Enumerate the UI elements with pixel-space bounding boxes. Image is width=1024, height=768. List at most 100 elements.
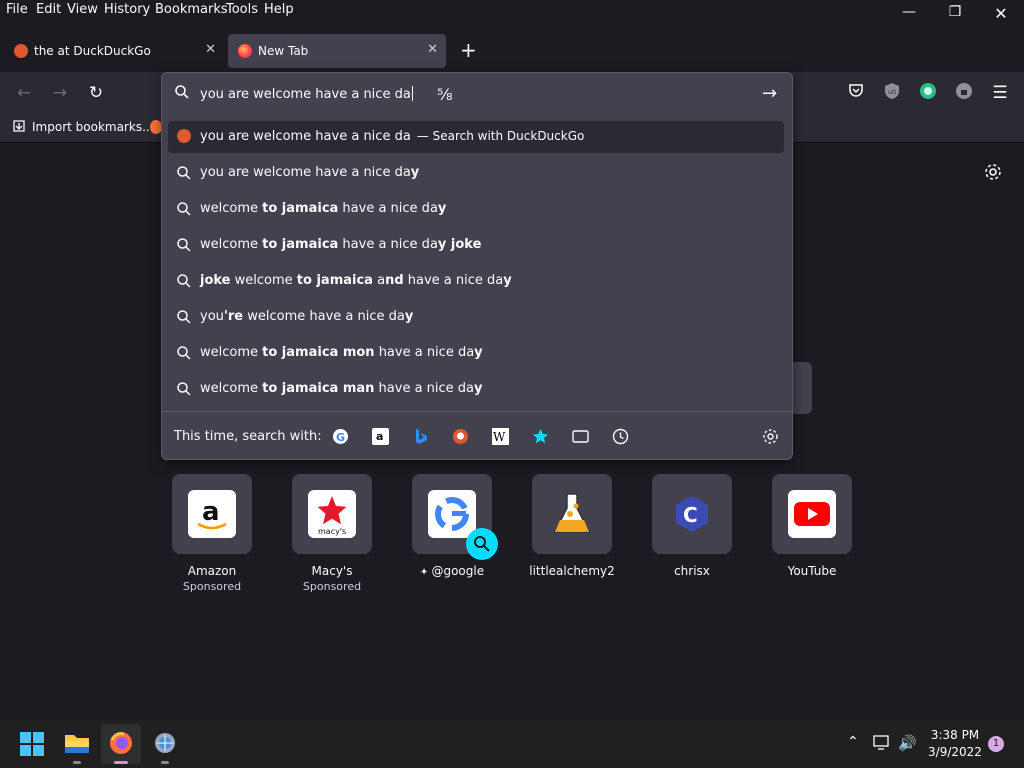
search-icon bbox=[176, 273, 192, 289]
shortcut-label: ✦ @google bbox=[419, 564, 485, 578]
ublock-icon[interactable]: uO bbox=[881, 82, 903, 104]
tab-bar: the at DuckDuckGo ✕ New Tab ✕ + bbox=[0, 30, 1024, 72]
search-with-bar: This time, search with: G a W bbox=[162, 411, 792, 460]
history-clock-icon[interactable] bbox=[612, 428, 629, 445]
suggestion-row[interactable]: welcome to jamaica man have a nice day bbox=[168, 373, 784, 405]
clock-time[interactable]: 3:38 PM bbox=[924, 728, 986, 742]
restore-icon[interactable]: ❐ bbox=[940, 4, 970, 26]
shortcut-label: chrisx bbox=[674, 564, 710, 578]
extension-icon[interactable] bbox=[917, 82, 939, 104]
shortcut-youtube[interactable] bbox=[772, 474, 852, 554]
shortcut-google[interactable] bbox=[412, 474, 498, 560]
google-engine-icon[interactable]: G bbox=[332, 428, 349, 445]
shortcut-amazon[interactable]: a bbox=[172, 474, 252, 554]
import-bookmarks-icon bbox=[12, 119, 26, 136]
windows-start-icon[interactable] bbox=[20, 732, 44, 760]
shortcut-littlealchemy2[interactable] bbox=[532, 474, 612, 554]
chrisx-c-icon: C bbox=[668, 490, 716, 538]
new-tab-button[interactable]: + bbox=[460, 38, 477, 62]
bing-engine-icon[interactable] bbox=[412, 428, 429, 445]
close-tab-icon[interactable]: ✕ bbox=[205, 42, 216, 57]
menu-tools[interactable]: Tools bbox=[226, 2, 258, 17]
close-tab-icon[interactable]: ✕ bbox=[427, 42, 438, 57]
shortcut-label: littlealchemy2 bbox=[529, 564, 615, 578]
suggestion-text: welcome to jamaica have a nice day bbox=[200, 201, 447, 216]
taskbar: ⌃ 🔊 3:38 PM 3/9/2022 1 bbox=[0, 720, 1024, 768]
import-bookmarks-link[interactable]: Import bookmarks... bbox=[32, 120, 154, 134]
network-icon[interactable] bbox=[873, 735, 891, 755]
notification-badge[interactable]: 1 bbox=[988, 736, 1004, 752]
suggestion-text: you are welcome have a nice day bbox=[200, 165, 420, 180]
newtab-settings-icon[interactable] bbox=[983, 162, 1003, 186]
firefox-taskbar-icon bbox=[109, 731, 133, 759]
search-shortcut-badge-icon bbox=[466, 528, 498, 560]
shortcut-chrisx[interactable]: C bbox=[652, 474, 732, 554]
back-icon[interactable]: ← bbox=[13, 82, 35, 104]
menu-edit[interactable]: Edit bbox=[36, 2, 61, 17]
reload-icon[interactable]: ↻ bbox=[85, 82, 107, 104]
file-explorer-icon[interactable] bbox=[64, 731, 90, 759]
suggestion-search-duckduckgo[interactable]: you are welcome have a nice da — Search w… bbox=[168, 121, 784, 153]
svg-text:G: G bbox=[336, 431, 345, 444]
text-cursor-icon: ⅝ bbox=[437, 85, 453, 104]
volume-icon[interactable]: 🔊 bbox=[898, 734, 917, 752]
pocket-icon[interactable] bbox=[845, 82, 867, 104]
shortcut-label: Amazon bbox=[187, 564, 237, 578]
shortcut-label: YouTube bbox=[787, 564, 837, 578]
go-arrow-icon[interactable]: → bbox=[762, 83, 777, 104]
suggestion-row[interactable]: welcome to jamaica have a nice day bbox=[168, 193, 784, 225]
shortcut-macys[interactable]: macy's bbox=[292, 474, 372, 554]
suggestion-row[interactable]: you're welcome have a nice day bbox=[168, 301, 784, 333]
browser-app-icon[interactable] bbox=[153, 731, 177, 759]
svg-text:a: a bbox=[376, 430, 383, 443]
suggestion-text: you are welcome have a nice da bbox=[200, 129, 411, 144]
bookmarks-star-icon[interactable] bbox=[532, 428, 549, 445]
suggestion-row[interactable]: you are welcome have a nice day bbox=[168, 157, 784, 189]
suggestion-text: welcome to jamaica have a nice day joke bbox=[200, 237, 482, 252]
search-icon bbox=[174, 84, 190, 104]
urlbar-input[interactable]: you are welcome have a nice da ⅝ → bbox=[162, 73, 792, 113]
wikipedia-engine-icon[interactable]: W bbox=[492, 428, 509, 445]
lock-extension-icon[interactable] bbox=[953, 82, 975, 104]
suggestion-row[interactable]: welcome to jamaica mon have a nice day bbox=[168, 337, 784, 369]
search-icon bbox=[176, 165, 192, 181]
chevron-up-icon[interactable]: ⌃ bbox=[847, 734, 859, 750]
svg-text:W: W bbox=[493, 430, 506, 444]
tab-new-tab[interactable]: New Tab ✕ bbox=[228, 34, 446, 68]
flask-icon bbox=[548, 490, 596, 538]
svg-text:C: C bbox=[683, 503, 698, 527]
tab-duckduckgo[interactable]: the at DuckDuckGo ✕ bbox=[4, 34, 224, 68]
tabs-icon[interactable] bbox=[572, 428, 589, 445]
running-indicator bbox=[73, 761, 81, 764]
suggestion-row[interactable]: welcome to jamaica have a nice day joke bbox=[168, 229, 784, 261]
amazon-engine-icon[interactable]: a bbox=[372, 428, 389, 445]
urlbar-dropdown: you are welcome have a nice da ⅝ → you a… bbox=[161, 72, 793, 460]
minimize-icon[interactable]: — bbox=[894, 4, 924, 26]
menu-history[interactable]: History bbox=[104, 2, 150, 17]
forward-icon[interactable]: → bbox=[49, 82, 71, 104]
hamburger-menu-icon[interactable]: ☰ bbox=[989, 82, 1011, 104]
search-icon bbox=[176, 309, 192, 325]
suggestion-text: you're welcome have a nice day bbox=[200, 309, 414, 324]
duckduckgo-icon bbox=[177, 129, 191, 143]
suggestion-action: — Search with DuckDuckGo bbox=[416, 129, 585, 143]
menu-bookmarks[interactable]: Bookmarks bbox=[155, 2, 228, 17]
shortcut-sponsored: Sponsored bbox=[302, 580, 362, 593]
search-settings-icon[interactable] bbox=[762, 428, 779, 445]
search-icon bbox=[176, 381, 192, 397]
menu-view[interactable]: View bbox=[67, 2, 98, 17]
urlbar-value[interactable]: you are welcome have a nice da bbox=[200, 86, 413, 102]
suggestion-row[interactable]: joke welcome to jamaica and have a nice … bbox=[168, 265, 784, 297]
shortcut-label: Macy's bbox=[311, 564, 353, 578]
svg-text:macy's: macy's bbox=[318, 527, 346, 536]
clock-date[interactable]: 3/9/2022 bbox=[924, 745, 986, 759]
search-icon bbox=[176, 345, 192, 361]
menu-file[interactable]: File bbox=[6, 2, 28, 17]
menu-help[interactable]: Help bbox=[264, 2, 294, 17]
tab-title: New Tab bbox=[258, 44, 309, 58]
youtube-icon bbox=[788, 490, 836, 538]
close-window-icon[interactable]: ✕ bbox=[986, 4, 1016, 26]
suggestion-text: joke welcome to jamaica and have a nice … bbox=[200, 273, 512, 288]
suggestion-text: welcome to jamaica man have a nice day bbox=[200, 381, 483, 396]
duckduckgo-engine-icon[interactable] bbox=[452, 428, 469, 445]
